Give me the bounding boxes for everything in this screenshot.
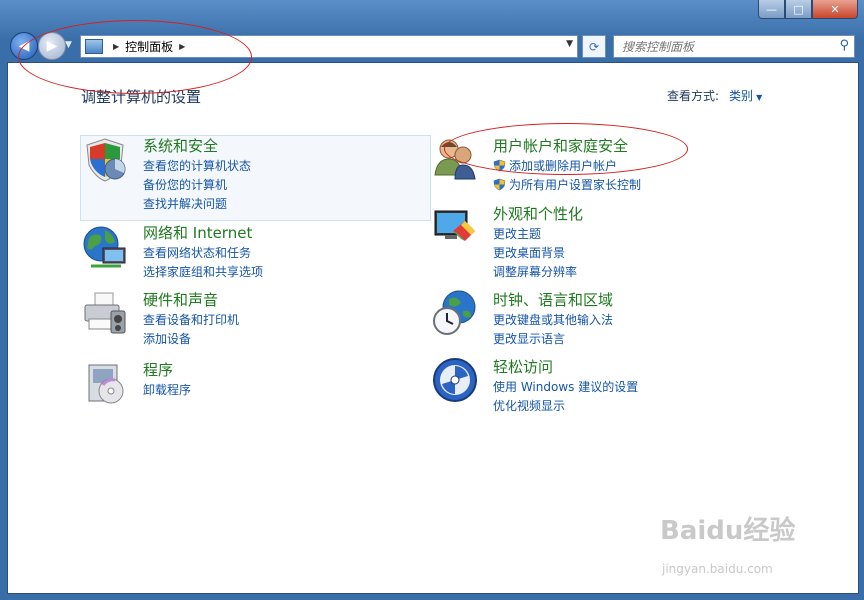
- title-bar-buttons: — □ ✕: [758, 0, 858, 19]
- category-link[interactable]: 添加设备: [143, 330, 191, 347]
- category-title[interactable]: 轻松访问: [493, 356, 553, 377]
- search-box[interactable]: ⚲: [613, 35, 855, 58]
- category-link[interactable]: 调整屏幕分辨率: [493, 263, 577, 280]
- category-link[interactable]: 卸载程序: [143, 381, 191, 398]
- category-link[interactable]: 备份您的计算机: [143, 176, 227, 193]
- minimize-button[interactable]: —: [758, 0, 785, 19]
- category-title[interactable]: 时钟、语言和区域: [493, 289, 613, 310]
- category-link[interactable]: 选择家庭组和共享选项: [143, 263, 263, 280]
- view-by: 查看方式: 类别 ▼: [667, 87, 762, 104]
- refresh-button[interactable]: ⟳: [582, 35, 606, 58]
- accessibility-icon: [433, 358, 477, 402]
- category-link[interactable]: 查看设备和打印机: [143, 311, 239, 328]
- search-icon[interactable]: ⚲: [839, 38, 849, 53]
- category-link[interactable]: 更改桌面背景: [493, 244, 565, 261]
- category-title[interactable]: 网络和 Internet: [143, 222, 252, 243]
- view-by-dropdown[interactable]: 类别: [729, 89, 753, 103]
- watermark-url: jingyan.baidu.com: [662, 562, 773, 576]
- globe-network-icon: [83, 226, 126, 268]
- category-link[interactable]: 使用 Windows 建议的设置: [493, 378, 638, 395]
- category-link[interactable]: 更改显示语言: [493, 330, 565, 347]
- category-title[interactable]: 外观和个性化: [493, 203, 583, 224]
- annotation-ellipse: [444, 123, 688, 175]
- watermark-logo: Baidu经验: [660, 516, 796, 546]
- shield-icon: [86, 138, 126, 182]
- category-link[interactable]: 查找并解决问题: [143, 195, 227, 212]
- annotation-ellipse: [18, 20, 252, 94]
- category-title[interactable]: 硬件和声音: [143, 289, 218, 310]
- monitor-paint-icon: [434, 210, 475, 241]
- view-by-label: 查看方式:: [667, 89, 720, 103]
- uac-shield-icon: [493, 178, 506, 191]
- category-link[interactable]: 为所有用户设置家长控制: [509, 176, 641, 193]
- programs-icon: [88, 364, 124, 404]
- category-hover-highlight: [80, 135, 431, 221]
- category-link[interactable]: 查看网络状态和任务: [143, 244, 251, 261]
- category-link[interactable]: 更改键盘或其他输入法: [493, 311, 613, 328]
- category-link[interactable]: 优化视频显示: [493, 397, 565, 414]
- printer-icon: [84, 292, 126, 334]
- refresh-icon: ⟳: [588, 39, 600, 54]
- close-button[interactable]: ✕: [812, 0, 858, 19]
- address-dropdown-icon[interactable]: ▼: [566, 39, 573, 49]
- chevron-down-icon[interactable]: ▼: [756, 93, 762, 102]
- category-title[interactable]: 程序: [143, 359, 173, 380]
- clock-globe-icon: [433, 290, 476, 335]
- category-link[interactable]: 查看您的计算机状态: [143, 157, 251, 174]
- category-title[interactable]: 系统和安全: [143, 135, 218, 156]
- category-link[interactable]: 更改主题: [493, 225, 541, 242]
- maximize-button[interactable]: □: [785, 0, 812, 19]
- search-input[interactable]: [620, 39, 829, 55]
